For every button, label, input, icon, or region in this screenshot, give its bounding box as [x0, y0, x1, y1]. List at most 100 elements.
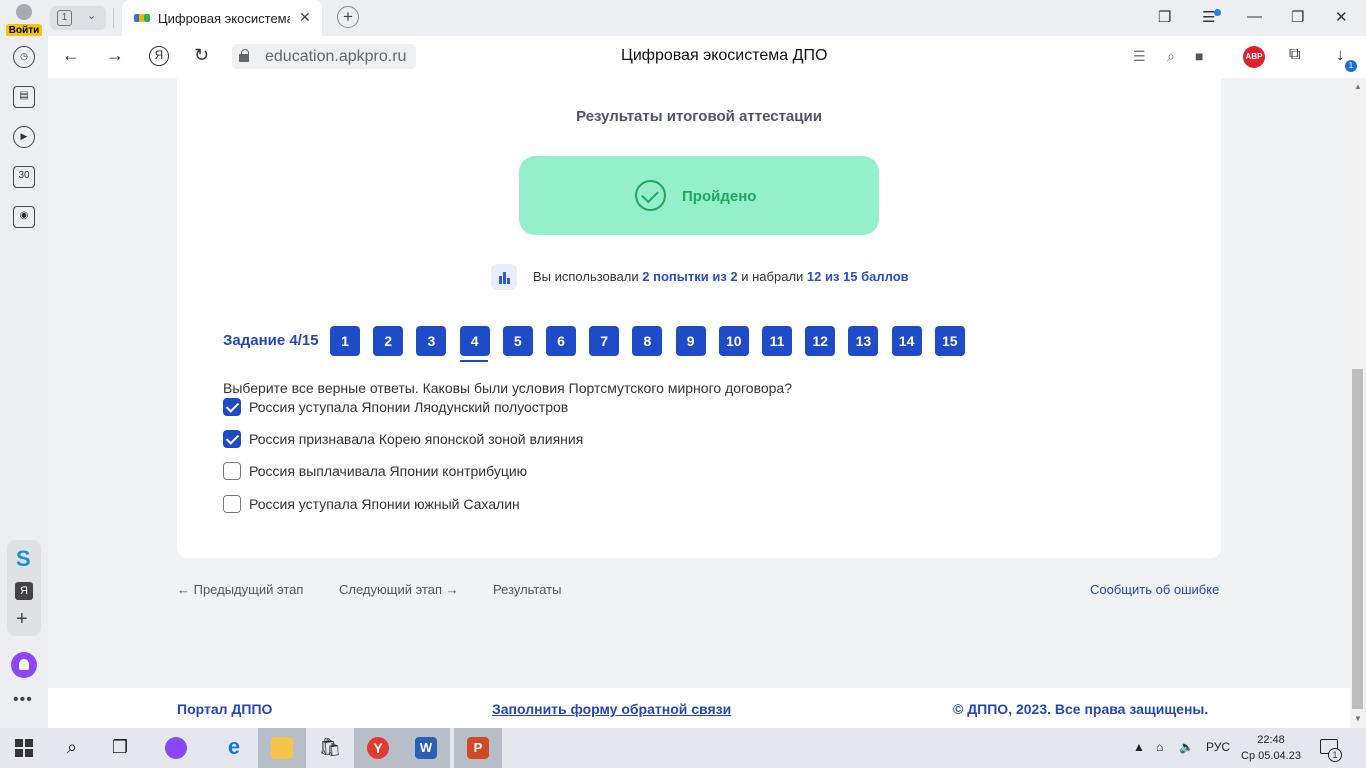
stats-middle: и набрали: [741, 269, 804, 284]
alice-taskbar-icon: [165, 737, 187, 759]
answer-option-label: Россия признавала Корею японской зоной в…: [249, 431, 584, 447]
language-indicator[interactable]: РУС: [1206, 740, 1230, 754]
clock-date: Ср 05.04.23: [1241, 750, 1301, 762]
windows-taskbar: ⌕ ❐ e 🛍 Y W P ▲ ⌂ 🔈 РУС 22:48 Ср 05.04.2…: [0, 728, 1366, 768]
task-button-1[interactable]: 1: [330, 326, 360, 356]
next-stage-link[interactable]: Следующий этап →: [339, 582, 459, 597]
task-button-3[interactable]: 3: [416, 326, 447, 356]
back-icon[interactable]: ←: [62, 45, 80, 66]
task-button-11[interactable]: 11: [762, 326, 792, 356]
close-tab-icon[interactable]: ✕: [299, 9, 311, 26]
task-button-12[interactable]: 12: [805, 326, 836, 356]
screenshot-icon[interactable]: ◉: [13, 206, 35, 228]
browser-tab-active[interactable]: Цифровая экосистема ДПО ✕: [122, 0, 322, 36]
page-content: Результаты итоговой аттестации Пройдено …: [48, 78, 1350, 728]
task-button-6[interactable]: 6: [546, 326, 576, 356]
answer-checkbox[interactable]: [223, 430, 241, 448]
yandex-app-icon[interactable]: Я: [15, 582, 33, 600]
status-badge: Пройдено: [519, 156, 879, 235]
extension-icon[interactable]: ⧉: [1289, 46, 1300, 64]
site-favicon-icon: [134, 12, 150, 24]
scroll-down-icon[interactable]: ▼: [1354, 714, 1362, 723]
close-window-icon[interactable]: ✕: [1335, 8, 1348, 26]
task-button-7[interactable]: 7: [589, 326, 620, 356]
tab-count: 1: [57, 10, 72, 26]
portal-link[interactable]: Портал ДППО: [177, 701, 272, 717]
scrollbar-thumb[interactable]: [1352, 369, 1363, 709]
report-error-link[interactable]: Сообщить об ошибке: [1090, 582, 1219, 597]
start-button[interactable]: [0, 728, 48, 768]
yandex-icon[interactable]: Я: [149, 46, 169, 66]
store-button[interactable]: 🛍: [306, 728, 354, 768]
task-button-5[interactable]: 5: [502, 326, 533, 356]
task-button-14[interactable]: 14: [891, 326, 922, 356]
lock-icon: [239, 49, 249, 62]
forward-icon[interactable]: →: [106, 45, 124, 66]
search-button[interactable]: ⌕: [48, 728, 96, 768]
history-icon[interactable]: ◷: [13, 46, 35, 68]
login-button[interactable]: Войти: [4, 2, 44, 37]
reload-icon[interactable]: ↻: [194, 45, 209, 66]
downloads-badge: 1: [1345, 60, 1357, 72]
video-icon[interactable]: ▶: [13, 126, 35, 148]
collections-panel-icon[interactable]: ▤: [13, 86, 35, 108]
answer-option-label: Россия выплачивала Японии контрибуцию: [249, 463, 528, 479]
alice-taskbar-button[interactable]: [152, 728, 200, 768]
store-icon: 🛍: [318, 737, 342, 757]
previous-stage-link[interactable]: ← Предыдущий этап: [177, 582, 303, 597]
task-button-4[interactable]: 4: [459, 326, 490, 362]
results-link[interactable]: Результаты: [493, 582, 561, 597]
scroll-up-icon[interactable]: ▲: [1354, 82, 1362, 91]
task-button-13[interactable]: 13: [848, 326, 879, 356]
network-icon[interactable]: ⌂: [1156, 740, 1163, 754]
side-apps-group: S Я +: [7, 540, 41, 636]
alice-icon[interactable]: [11, 652, 37, 678]
downloads-icon[interactable]: ↓: [1336, 45, 1345, 65]
restore-icon[interactable]: ❐: [1291, 8, 1304, 26]
tray-expand-icon[interactable]: ▲: [1133, 740, 1145, 754]
attempts-value: 2 попытки из 2: [642, 269, 738, 284]
volume-icon[interactable]: 🔈: [1179, 740, 1194, 754]
new-tab-button[interactable]: +: [337, 6, 359, 28]
task-view-button[interactable]: ❐: [96, 728, 144, 768]
clock[interactable]: 22:48 Ср 05.04.23: [1240, 732, 1302, 764]
reader-mode-icon[interactable]: ☰: [1133, 48, 1146, 65]
translate-icon[interactable]: ⌕: [1167, 48, 1175, 65]
notifications-count: 1: [1328, 748, 1342, 762]
powerpoint-icon: P: [467, 737, 489, 759]
copyright-text: © ДППО, 2023. Все права защищены.: [953, 701, 1209, 717]
explorer-button[interactable]: [258, 728, 306, 768]
task-button-8[interactable]: 8: [632, 326, 663, 356]
bookmark-icon[interactable]: ■: [1195, 48, 1203, 64]
task-button-2[interactable]: 2: [373, 326, 404, 356]
results-title: Результаты итоговой аттестации: [576, 108, 822, 125]
attempts-summary: Вы использовали 2 попытки из 2 и набрали…: [177, 264, 1221, 290]
edge-icon: e: [227, 734, 241, 759]
task-button-15[interactable]: 15: [934, 326, 965, 356]
word-button[interactable]: W: [402, 728, 450, 768]
minimize-icon[interactable]: —: [1247, 8, 1262, 25]
yandex-browser-button[interactable]: Y: [354, 728, 402, 768]
attempts-text: Вы использовали 2 попытки из 2 и набрали…: [533, 269, 909, 284]
powerpoint-button[interactable]: P: [454, 728, 502, 768]
collections-icon[interactable]: ❐: [1158, 8, 1171, 26]
answer-checkbox[interactable]: [223, 398, 241, 416]
page-scrollbar[interactable]: ▲ ▼: [1350, 78, 1366, 728]
more-icon[interactable]: •••: [13, 691, 33, 709]
folder-icon: [271, 737, 293, 759]
question-text: Выберите все верные ответы. Каковы были …: [223, 380, 793, 396]
calendar-icon[interactable]: 30: [13, 166, 35, 188]
adblock-icon[interactable]: ABP: [1243, 46, 1265, 68]
chevron-down-icon: ⌄: [87, 10, 97, 22]
stats-prefix: Вы использовали: [533, 269, 639, 284]
task-button-9[interactable]: 9: [675, 326, 706, 356]
tab-counter-button[interactable]: 1 ⌄: [50, 6, 106, 30]
add-app-icon[interactable]: +: [16, 608, 28, 631]
task-button-10[interactable]: 10: [718, 326, 749, 356]
feedback-form-link[interactable]: Заполнить форму обратной связи: [492, 701, 731, 717]
answer-checkbox[interactable]: [223, 495, 241, 513]
url-field[interactable]: education.apkpro.ru: [232, 44, 416, 69]
edge-button[interactable]: e: [210, 728, 258, 768]
s-app-icon[interactable]: S: [16, 546, 31, 572]
answer-checkbox[interactable]: [223, 462, 241, 480]
